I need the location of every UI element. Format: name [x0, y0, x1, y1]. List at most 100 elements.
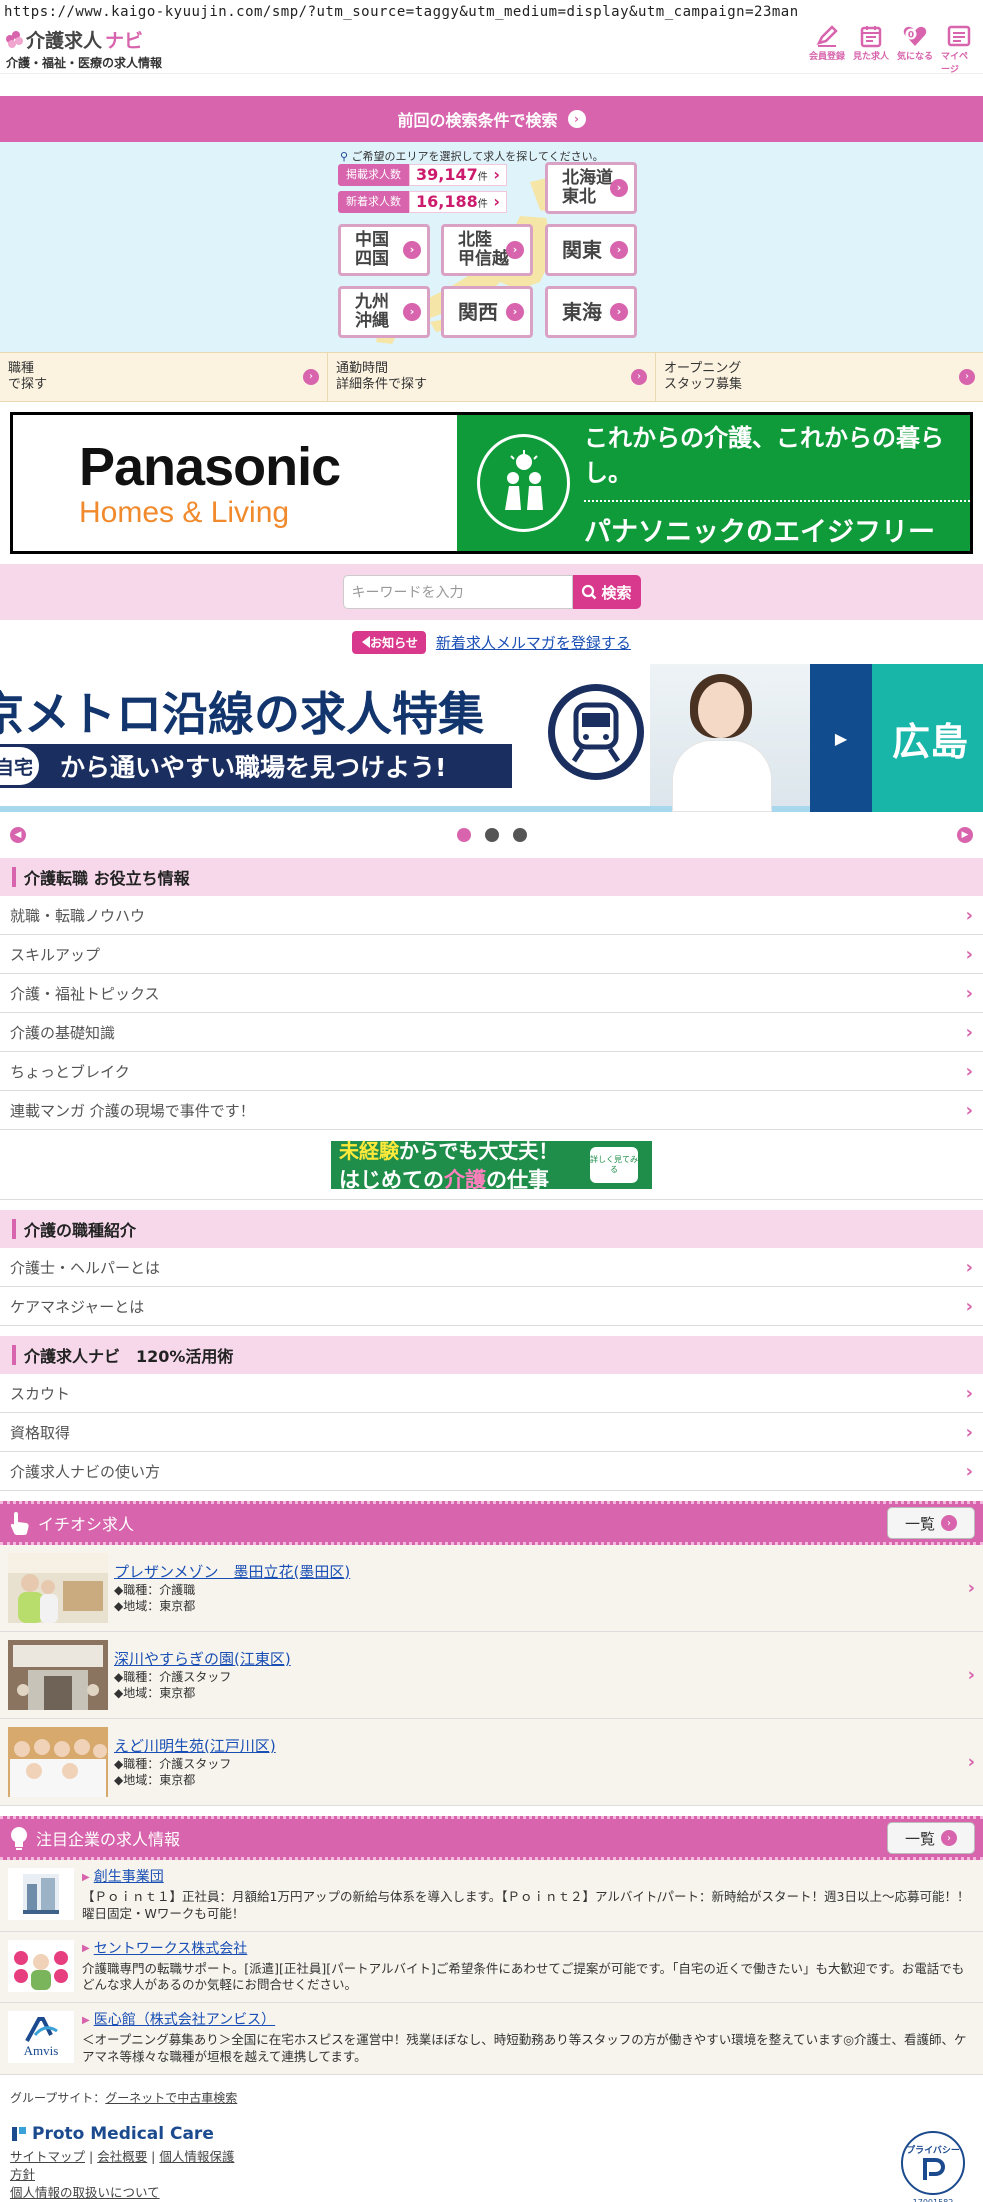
total-jobs-label: 掲載求人数: [338, 164, 409, 186]
list-item[interactable]: 就職・転職ノウハウ ›: [0, 896, 983, 935]
list-item[interactable]: 資格取得 ›: [0, 1413, 983, 1452]
list-item[interactable]: 連載マンガ 介護の現場で事件です！ ›: [0, 1091, 983, 1130]
slide-photo: [650, 664, 810, 812]
inexperienced-banner[interactable]: 未経験からでも大丈夫！ はじめての介護の仕事 詳しく見てみる: [331, 1139, 652, 1192]
privacy-p-icon: [923, 2158, 946, 2181]
proto-logo-icon: [12, 2126, 26, 2141]
member-register-button[interactable]: 会員登録: [809, 23, 845, 75]
svg-text:0: 0: [908, 30, 914, 40]
panasonic-tagline: これからの介護、これからの暮らし。: [584, 423, 945, 487]
chevron-right-icon: ›: [965, 1256, 973, 1278]
list-item[interactable]: 介護・福祉トピックス ›: [0, 974, 983, 1013]
job-card[interactable]: 深川やすらぎの園(江東区) ◆職種：介護スタッフ ◆地域：東京都 ›: [0, 1632, 983, 1719]
job-title-link[interactable]: 深川やすらぎの園(江東区): [114, 1650, 291, 1668]
company-name-link[interactable]: セントワークス株式会社: [94, 1940, 248, 1959]
arrow-right-icon: ›: [506, 241, 524, 259]
slider-dot-1[interactable]: [456, 828, 471, 842]
region-kyushu-okinawa[interactable]: 九州 沖縄 ›: [338, 286, 430, 338]
list-item[interactable]: 介護士・ヘルパーとは ›: [0, 1248, 983, 1287]
notice-row: お知らせ 新着求人メルマガを登録する: [0, 620, 983, 664]
list-item[interactable]: スキルアップ ›: [0, 935, 983, 974]
slider-prev-icon[interactable]: ◀: [10, 827, 26, 843]
prev-search-button[interactable]: 前回の検索条件で検索 ›: [0, 96, 983, 142]
slide-hiroshima[interactable]: 広島: [872, 664, 983, 812]
pointing-hand-icon: [10, 1512, 29, 1535]
sitemap-link[interactable]: サイトマップ: [10, 2149, 85, 2164]
feature-slider[interactable]: 京メトロ沿線の求人特集 から通いやすい職場を見つけよう! 自宅 ▶ 広島: [0, 664, 983, 812]
job-card[interactable]: プレザンメゾン 墨田立花(墨田区) ◆職種：介護職 ◆地域：東京都 ›: [0, 1545, 983, 1632]
site-logo[interactable]: 介護求人 ナビ 介護・福祉・医療の求人情報: [6, 26, 162, 71]
slide-next-arrow-icon[interactable]: ▶: [810, 664, 872, 812]
privacy-handling-link[interactable]: 個人情報の取扱いについて: [10, 2185, 160, 2200]
job-card[interactable]: えど川明生苑(江戸川区) ◆職種：介護スタッフ ◆地域：東京都 ›: [0, 1719, 983, 1806]
region-kanto[interactable]: 関東 ›: [545, 224, 637, 276]
region-hokuriku[interactable]: 北陸 甲信越 ›: [441, 224, 533, 276]
region-hokkaido-tohoku[interactable]: 北海道 東北 ›: [545, 162, 637, 214]
job-thumbnail: [8, 1727, 108, 1797]
member-register-label: 会員登録: [809, 51, 846, 62]
inexperienced-badge: 詳しく見てみる: [590, 1146, 638, 1183]
notice-badge: お知らせ: [352, 630, 426, 654]
inexperienced-banner-wrap: 未経験からでも大丈夫！ はじめての介護の仕事 詳しく見てみる: [0, 1130, 983, 1200]
proto-medical-logo[interactable]: Proto Medical Care: [10, 2124, 973, 2144]
list-item[interactable]: ちょっとブレイク ›: [0, 1052, 983, 1091]
company-item[interactable]: ▶ セントワークス株式会社 介護職専門の転職サポート。[派遣][正社員][パートア…: [0, 1931, 983, 2004]
company-name-link[interactable]: 創生事業団: [94, 1868, 164, 1887]
featured-list-button[interactable]: 一覧 ›: [887, 1507, 975, 1539]
region-chugoku-shikoku[interactable]: 中国 四国 ›: [338, 224, 430, 276]
privacy-mark-number: 17001582: [913, 2198, 954, 2202]
company-item[interactable]: Amvis ▶ 医心館（株式会社アンビス） ＜オープニング募集あり＞全国に在宅ホス…: [0, 2003, 983, 2075]
slider-dot-3[interactable]: [512, 828, 527, 842]
panasonic-banner[interactable]: Panasonic Homes & Living これからの介護、これからの暮ら…: [10, 412, 973, 554]
job-title-link[interactable]: えど川明生苑(江戸川区): [114, 1737, 276, 1755]
arrow-right-icon: ›: [303, 369, 319, 385]
viewed-jobs-label: 見た求人: [853, 51, 890, 62]
mypage-button[interactable]: マイページ: [941, 23, 977, 75]
job-area: ◆地域：東京都: [114, 1773, 196, 1788]
chevron-right-icon: ›: [965, 1060, 973, 1082]
search-button[interactable]: 検索: [572, 575, 641, 609]
company-logo: [8, 1868, 74, 1920]
company-name-link[interactable]: 医心館（株式会社アンビス）: [94, 2011, 275, 2030]
favorite-button[interactable]: 0 気になる: [897, 23, 933, 75]
newsletter-link[interactable]: 新着求人メルマガを登録する: [436, 632, 631, 653]
region-tokai[interactable]: 東海 ›: [545, 286, 637, 338]
chevron-right-icon: ›: [967, 1664, 975, 1686]
pin-icon: ⚲: [340, 150, 349, 163]
slide-title: 京メトロ沿線の求人特集: [0, 687, 484, 741]
section-title-tips: 介護転職 お役立ち情報: [0, 858, 983, 896]
privacy-mark[interactable]: プライバシー 17001582: [901, 2130, 965, 2202]
company-item[interactable]: ▶ 創生事業団 【Ｐｏｉｎｔ１】正社員：月額給1万円アップの新給与体系を導入します…: [0, 1860, 983, 1932]
companies-list-button[interactable]: 一覧 ›: [887, 1822, 975, 1854]
region-kansai[interactable]: 関西 ›: [441, 286, 533, 338]
slide-metro[interactable]: 京メトロ沿線の求人特集 から通いやすい職場を見つけよう! 自宅: [0, 664, 810, 812]
company-link[interactable]: 会社概要: [97, 2149, 147, 2164]
list-item[interactable]: ケアマネジャーとは ›: [0, 1287, 983, 1326]
list-item[interactable]: スカウト ›: [0, 1374, 983, 1413]
featured-jobs-header: イチオシ求人 一覧 ›: [0, 1501, 983, 1545]
arrow-right-icon: ›: [567, 110, 586, 128]
search-opening-staff[interactable]: オープニング スタッフ募集 ›: [656, 353, 983, 401]
goo-net-link[interactable]: グーネットで中古車検索: [105, 2091, 237, 2105]
arrow-right-icon: ›: [506, 303, 524, 321]
slider-next-icon[interactable]: ▶: [957, 827, 973, 843]
slider-dot-2[interactable]: [484, 828, 499, 842]
prev-search-label: 前回の検索条件で検索: [397, 111, 558, 130]
list-item[interactable]: 介護の基礎知識 ›: [0, 1013, 983, 1052]
arrow-right-icon: ›: [610, 303, 628, 321]
viewed-jobs-button[interactable]: 見た求人: [853, 23, 889, 75]
job-title-link[interactable]: プレザンメゾン 墨田立花(墨田区): [114, 1563, 350, 1581]
search-by-occupation[interactable]: 職種 で探す ›: [0, 353, 328, 401]
flower-icon: [6, 31, 23, 48]
occupation-list: 介護士・ヘルパーとは › ケアマネジャーとは ›: [0, 1248, 983, 1326]
url-bar: https://www.kaigo-kyuujin.com/smp/?utm_s…: [4, 4, 799, 20]
logo-main-text: 介護求人: [26, 30, 103, 52]
keyword-input[interactable]: [342, 575, 573, 609]
search-icon: [582, 584, 597, 600]
calendar-icon: [860, 25, 882, 47]
search-by-commute[interactable]: 通勤時間 詳細条件で探す ›: [328, 353, 656, 401]
companies-header: 注目企業の求人情報 一覧 ›: [0, 1816, 983, 1860]
list-item[interactable]: 介護求人ナビの使い方 ›: [0, 1452, 983, 1491]
slider-nav: ◀ ▶: [0, 812, 983, 858]
total-jobs-count: 掲載求人数 39,147件 ›: [338, 164, 507, 186]
